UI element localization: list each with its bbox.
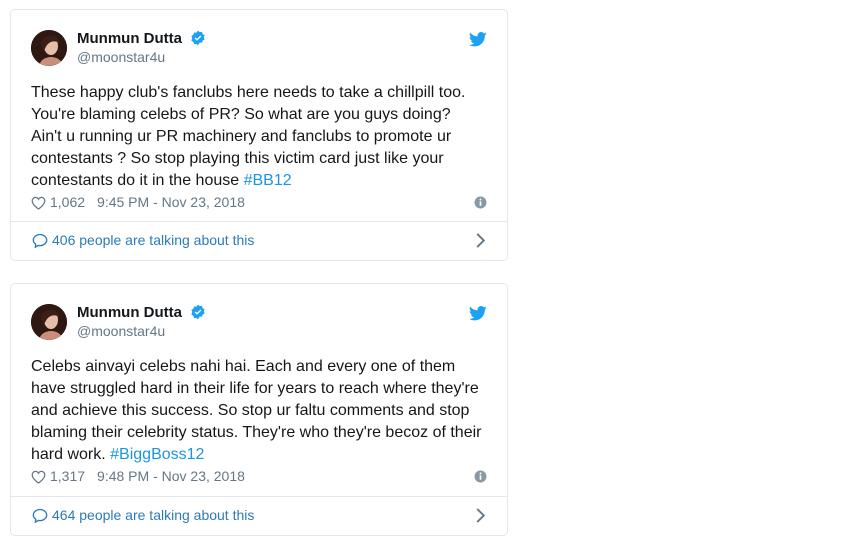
info-icon[interactable] xyxy=(474,196,487,209)
avatar[interactable] xyxy=(31,304,67,340)
conversation-link[interactable]: 464 people are talking about this xyxy=(11,496,507,535)
tweet-meta: 1,317 9:48 PM - Nov 23, 2018 xyxy=(31,468,487,488)
author-handle[interactable]: @moonstar4u xyxy=(77,323,165,339)
chevron-right-icon[interactable] xyxy=(475,508,485,523)
timestamp[interactable]: 9:45 PM - Nov 23, 2018 xyxy=(97,194,245,210)
author-name[interactable]: Munmun Dutta xyxy=(77,304,206,321)
twitter-bird-icon[interactable] xyxy=(469,32,487,47)
author-handle[interactable]: @moonstar4u xyxy=(77,49,165,65)
verified-badge-icon xyxy=(191,30,205,46)
talking-count[interactable]: 464 people are talking about this xyxy=(52,507,254,523)
reply-bubble-icon xyxy=(32,233,48,248)
tweet-card: Munmun Dutta @moonstar4u These happy clu… xyxy=(10,9,508,261)
verified-badge-icon xyxy=(191,304,205,320)
heart-icon[interactable] xyxy=(31,196,46,210)
tweet-text: These happy club's fanclubs here needs t… xyxy=(31,82,491,192)
talking-count[interactable]: 406 people are talking about this xyxy=(52,232,254,248)
tweet-header: Munmun Dutta @moonstar4u xyxy=(31,30,487,70)
timestamp[interactable]: 9:48 PM - Nov 23, 2018 xyxy=(97,468,245,484)
tweet-header: Munmun Dutta @moonstar4u xyxy=(31,304,487,344)
like-count[interactable]: 1,062 xyxy=(50,194,85,210)
conversation-link[interactable]: 406 people are talking about this xyxy=(11,221,507,260)
chevron-right-icon[interactable] xyxy=(475,233,485,248)
twitter-bird-icon[interactable] xyxy=(469,306,487,321)
avatar[interactable] xyxy=(31,30,67,66)
author-name[interactable]: Munmun Dutta xyxy=(77,30,206,47)
tweet-text: Celebs ainvayi celebs nahi hai. Each and… xyxy=(31,356,491,466)
tweet-body: Celebs ainvayi celebs nahi hai. Each and… xyxy=(31,358,482,463)
tweet-meta: 1,062 9:45 PM - Nov 23, 2018 xyxy=(31,194,487,214)
author-name-text[interactable]: Munmun Dutta xyxy=(77,304,182,321)
hashtag-link[interactable]: #BiggBoss12 xyxy=(110,446,204,463)
like-count[interactable]: 1,317 xyxy=(50,468,85,484)
author-name-text[interactable]: Munmun Dutta xyxy=(77,30,182,47)
tweet-card: Munmun Dutta @moonstar4u Celebs ainvayi … xyxy=(10,283,508,536)
heart-icon[interactable] xyxy=(31,470,46,484)
info-icon[interactable] xyxy=(474,470,487,483)
hashtag-link[interactable]: #BB12 xyxy=(244,172,292,189)
reply-bubble-icon xyxy=(32,508,48,523)
